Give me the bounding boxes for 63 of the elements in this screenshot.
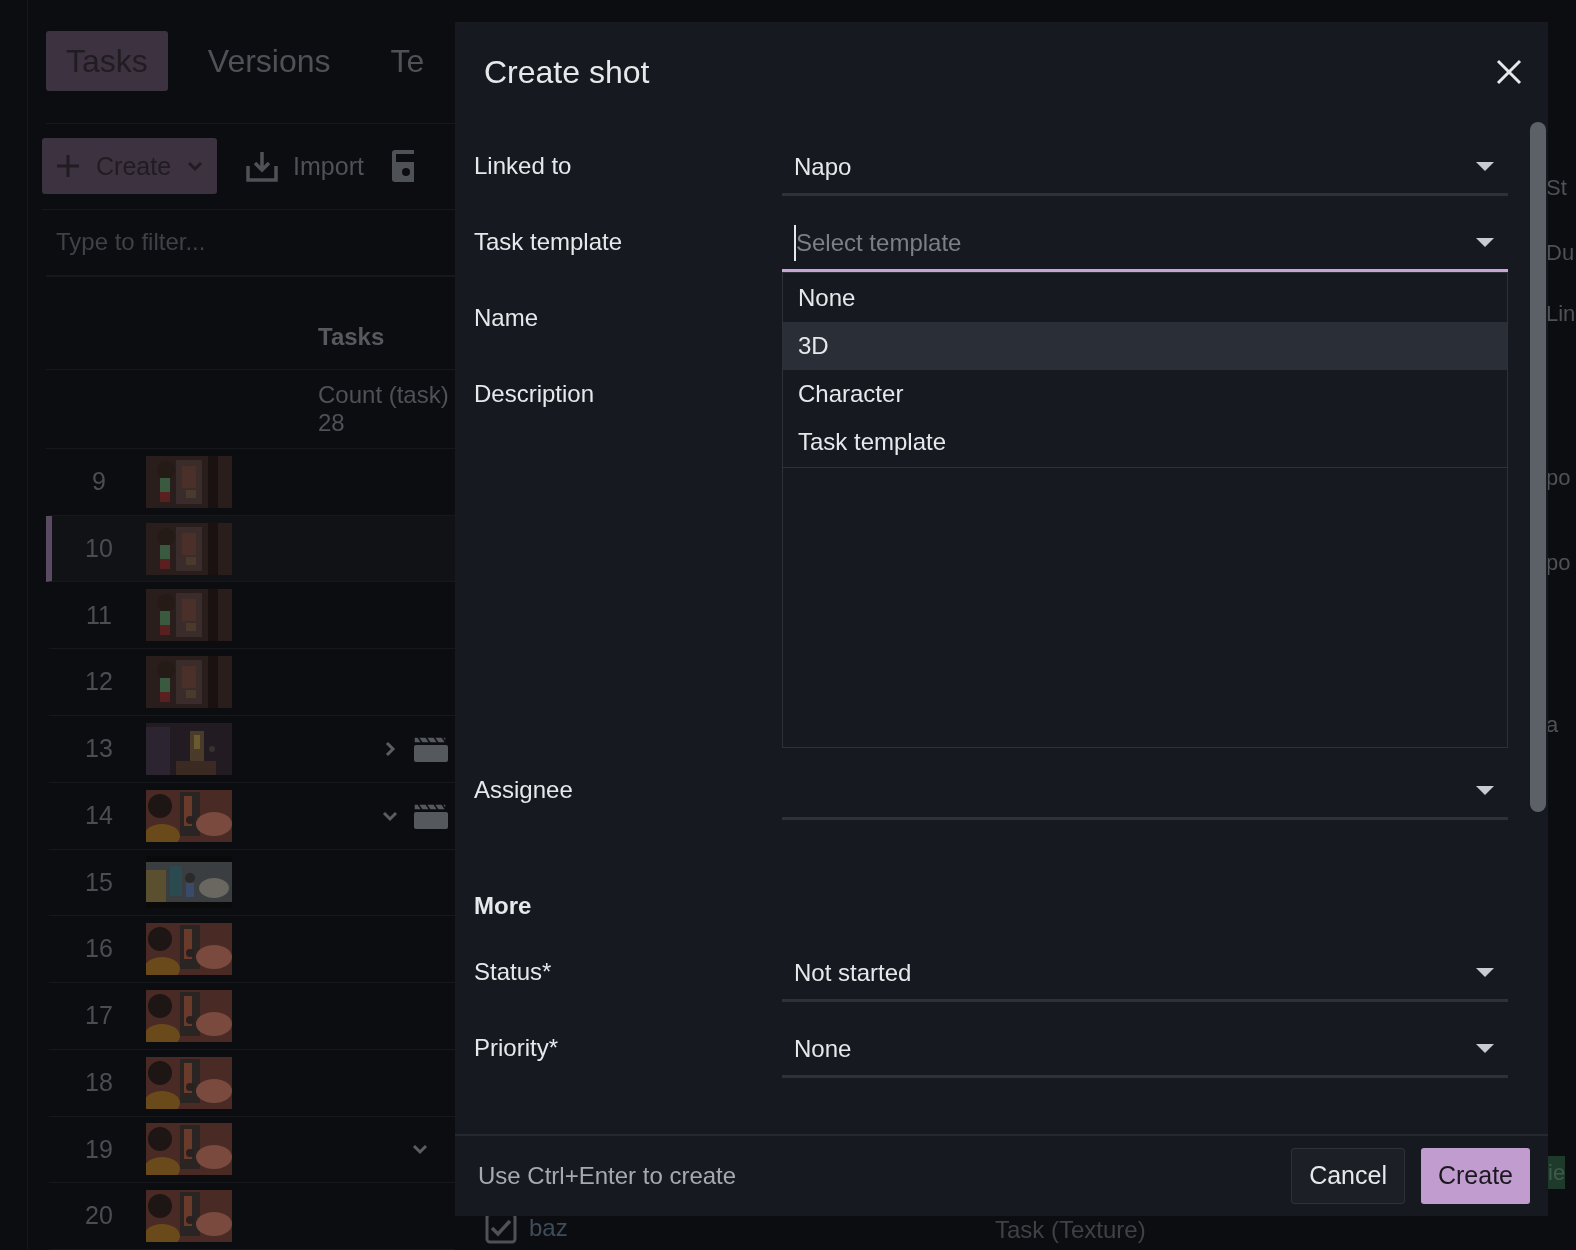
column-header: Tasks [318,322,385,353]
save-icon[interactable] [391,150,414,183]
row-number: 15 [84,866,114,898]
table-row[interactable]: 12 [46,649,455,716]
import-button[interactable]: Import [245,147,364,186]
count-value: 28 [318,409,346,438]
table-row[interactable]: 16 [46,916,455,984]
row-number: 10 [84,532,114,564]
table-row[interactable]: 17 [46,983,455,1050]
table-row[interactable]: 9 [46,448,455,516]
plus-icon [56,154,80,179]
row-number: 14 [84,799,114,831]
dropdown-caret-icon [1476,237,1494,248]
close-icon[interactable] [1496,59,1522,85]
dropdown-caret-icon [1476,1043,1494,1054]
cut-off-text: Du [1546,239,1575,267]
select-field[interactable]: Napo [782,140,1508,196]
field-label: Name [474,303,540,333]
create-button[interactable]: Create [1420,1148,1530,1204]
row-number: 17 [84,1000,114,1032]
field-label: Linked to [474,151,573,181]
table-row[interactable]: 11 [46,582,455,650]
field-label: Priority* [474,1033,559,1063]
select-field[interactable]: None [782,1022,1508,1078]
row-number: 20 [84,1200,114,1232]
field-label: Task template [474,227,624,257]
dropdown-caret-icon [1476,967,1494,978]
chevron-down-icon [187,160,204,173]
dropdown-option[interactable]: 3D [783,322,1507,370]
table-row[interactable]: 19 [46,1116,455,1184]
clapperboard-icon [412,734,448,763]
clapperboard-icon [412,801,448,830]
keyboard-hint: Use Ctrl+Enter to create [478,1161,737,1191]
select-field[interactable]: Not started [782,946,1508,1002]
row-number: 16 [84,933,114,965]
field-label: Description [474,379,596,409]
tab[interactable]: Te [370,31,445,92]
row-number: 19 [84,1133,114,1165]
scrollbar[interactable] [1530,122,1546,812]
table-row[interactable]: 14 [46,782,455,850]
download-icon [245,150,280,183]
table-row[interactable]: 10 [46,515,455,583]
field-label: Assignee [474,775,574,805]
section-heading: More [474,891,533,921]
dropdown-caret-icon [1476,161,1494,172]
cut-off-text: Lin [1546,300,1576,328]
row-number: 11 [85,599,113,631]
table-row[interactable]: 18 [46,1049,455,1117]
row-number: 12 [84,666,114,698]
dropdown-caret-icon [1476,785,1494,796]
table-row[interactable]: 20 [46,1183,455,1250]
count-label: Count (task) [318,381,450,410]
field-label: Status* [474,957,553,987]
dialog-title: Create shot [484,53,650,92]
cut-off-text: St [1546,174,1567,202]
cancel-button[interactable]: Cancel [1291,1148,1405,1204]
row-number: 13 [84,733,114,765]
row-number: 9 [91,466,107,498]
row-number: 18 [84,1066,114,1098]
table-row[interactable]: 13 [46,715,455,783]
table-row[interactable]: 15 [46,849,455,917]
tab[interactable]: Versions [187,31,351,92]
item-name: baz [529,1213,568,1243]
